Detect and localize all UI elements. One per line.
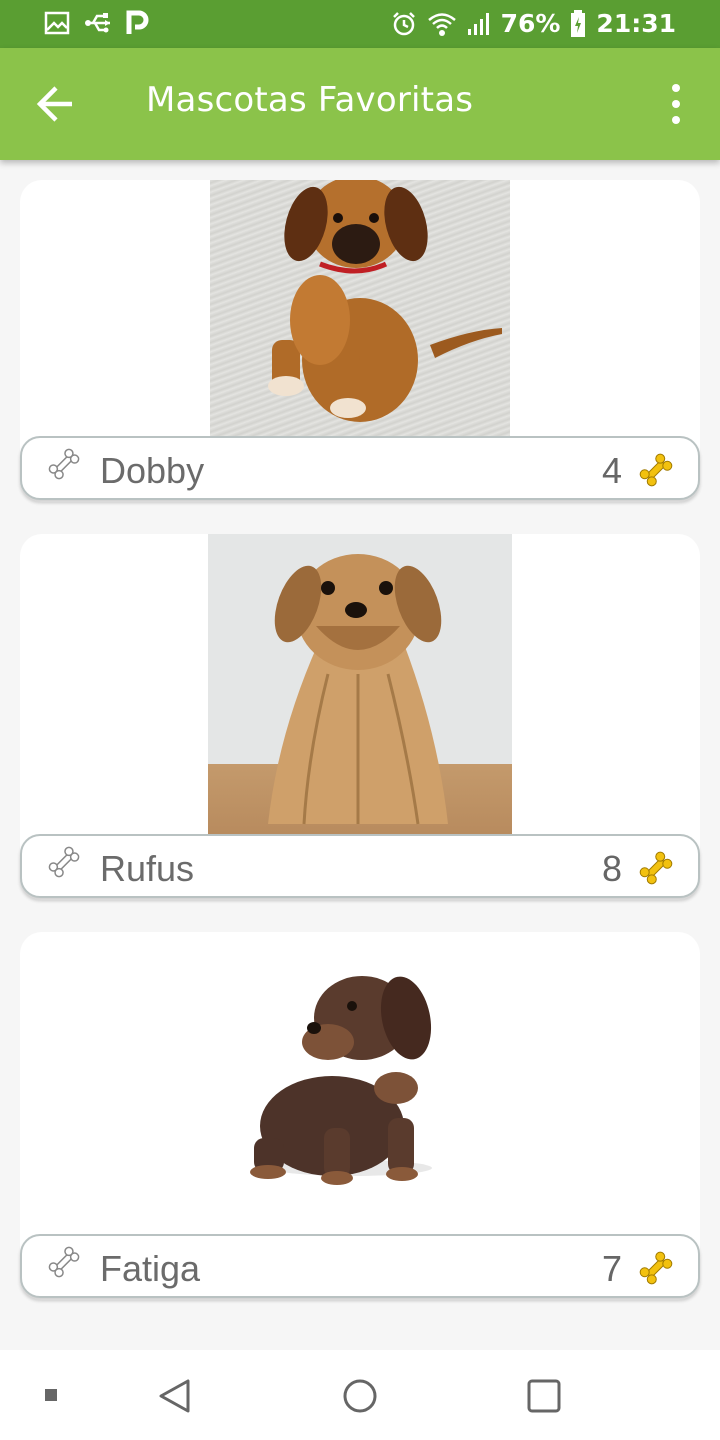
bone-filled-icon (639, 1251, 673, 1285)
pet-photo (208, 534, 512, 834)
pet-footer: Fatiga 7 (20, 1234, 700, 1298)
pet-name: Fatiga (100, 1248, 201, 1289)
bone-outline-icon[interactable] (46, 1244, 82, 1280)
usb-icon (85, 13, 110, 33)
small-square-icon (45, 1389, 57, 1401)
pet-name: Dobby (100, 450, 205, 491)
pet-card[interactable]: Dobby 4 (20, 180, 700, 502)
image-icon (44, 11, 70, 35)
arrow-back-icon[interactable] (34, 84, 78, 124)
pet-footer: Rufus 8 (20, 834, 700, 898)
pet-photo (210, 180, 510, 436)
pet-card[interactable]: Fatiga 7 (20, 932, 700, 1300)
like-count: 4 (601, 450, 622, 491)
pet-name: Rufus (100, 848, 195, 889)
bone-outline-icon[interactable] (46, 446, 82, 482)
pet-card[interactable]: Rufus 8 (20, 534, 700, 900)
parking-icon (126, 10, 149, 34)
bone-outline-icon[interactable] (46, 844, 82, 880)
home-circle-icon[interactable] (342, 1378, 378, 1414)
app-bar: Mascotas Favoritas (0, 48, 720, 160)
battery-percent: 76% (500, 9, 561, 38)
signal-icon (467, 13, 489, 35)
wifi-icon (427, 13, 456, 36)
like-count: 8 (601, 848, 622, 889)
more-vert-icon[interactable] (662, 84, 690, 124)
battery-icon (571, 10, 586, 37)
system-nav-bar (0, 1350, 720, 1440)
bone-filled-icon (639, 453, 673, 487)
page-title: Mascotas Favoritas (146, 80, 474, 120)
back-triangle-icon[interactable] (156, 1378, 192, 1414)
recents-square-icon[interactable] (526, 1378, 562, 1414)
pet-footer: Dobby 4 (20, 436, 700, 500)
pet-photo (232, 958, 462, 1220)
bone-filled-icon (639, 851, 673, 885)
notification-icons (44, 10, 150, 36)
alarm-icon (392, 12, 415, 36)
like-count: 7 (601, 1248, 622, 1289)
system-status: 76% 21:31 (391, 8, 676, 40)
status-bar: 76% 21:31 (0, 0, 720, 48)
clock: 21:31 (596, 9, 676, 38)
